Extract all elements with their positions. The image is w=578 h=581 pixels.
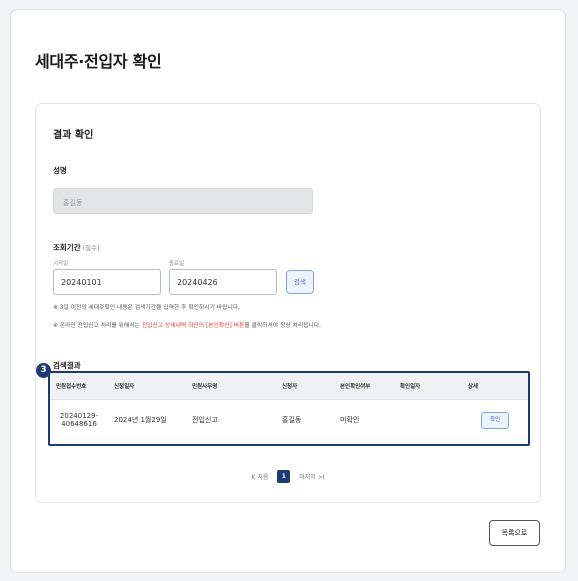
receipt-no-line1: 20240129- [59,412,99,420]
current-page[interactable]: 1 [277,470,291,483]
start-date-label: 시작일 [53,261,69,267]
col-detail: 상세 [462,373,528,400]
col-verified: 본인확인여부 [334,373,394,400]
start-date-input[interactable]: 20240101 [53,269,161,295]
required-mark: (필수) [82,244,100,252]
end-date-input[interactable]: 20240426 [169,269,277,295]
section-title: 결과 확인 [53,130,94,141]
col-applicant: 신청자 [276,373,334,400]
results-title: 검색결과 [53,361,81,370]
notice-2-highlight: 전입신고 상세내역 하단의 [본인확인] 버튼 [141,323,245,329]
col-confirm-date: 확인일자 [394,373,462,400]
name-field: 홍길동 [53,188,313,214]
table-header-row: 민원접수번호 신청일자 민원사무명 신청자 본인확인여부 확인일자 상세 [50,373,528,400]
cell-service-name: 전입신고 [186,399,276,440]
col-apply-date: 신청일자 [108,373,186,400]
table-row: 20240129- 40648616 2024년 1월29일 전입신고 홍길동 … [50,399,528,440]
back-to-list-button[interactable]: 목록으로 [489,520,540,546]
cell-confirm-date [394,399,462,440]
period-label-text: 조회기간 [53,243,81,252]
col-receipt-no: 민원접수번호 [50,373,108,400]
cell-detail: 확인 [462,399,528,440]
notice-text-1: ※ 3일 이전의 세대주확인 내용은 검색기간을 입력한 후 확인하시기 바랍니… [53,305,240,311]
notice-2-prefix: ※ 온라인 전입신고 처리를 위해서는 [53,323,142,329]
notice-2-suffix: 을 클릭하셔야 정상 처리됩니다. [244,323,322,329]
first-page-link[interactable]: K 처음 [252,472,269,481]
receipt-no-line2: 40648616 [61,420,97,428]
page-title: 세대주·전입자 확인 [35,52,162,71]
period-label: 조회기간 (필수) [53,242,100,253]
results-grid: 민원접수번호 신청일자 민원사무명 신청자 본인확인여부 확인일자 상세 202… [50,373,528,440]
cell-receipt-no: 20240129- 40648616 [50,399,108,440]
cell-verified: 미확인 [334,399,394,440]
name-label: 성명 [53,166,67,175]
cell-apply-date: 2024년 1월29일 [108,399,186,440]
last-page-link[interactable]: 마지막 >I [299,472,324,481]
col-service-name: 민원사무명 [186,373,276,400]
pagination: K 처음 1 마지막 >I [36,470,540,483]
confirm-button[interactable]: 확인 [481,411,509,429]
results-table: 민원접수번호 신청일자 민원사무명 신청자 본인확인여부 확인일자 상세 202… [48,371,530,446]
main-container: 세대주·전입자 확인 결과 확인 성명 홍길동 조회기간 (필수) 시작일 202… [10,9,566,573]
search-button[interactable]: 검색 [286,270,314,294]
end-date-label: 종료일 [169,261,185,267]
callout-badge: 3 [36,363,51,378]
notice-text-2: ※ 온라인 전입신고 처리를 위해서는 전입신고 상세내역 하단의 [본인확인]… [53,320,321,329]
cell-applicant: 홍길동 [276,399,334,440]
